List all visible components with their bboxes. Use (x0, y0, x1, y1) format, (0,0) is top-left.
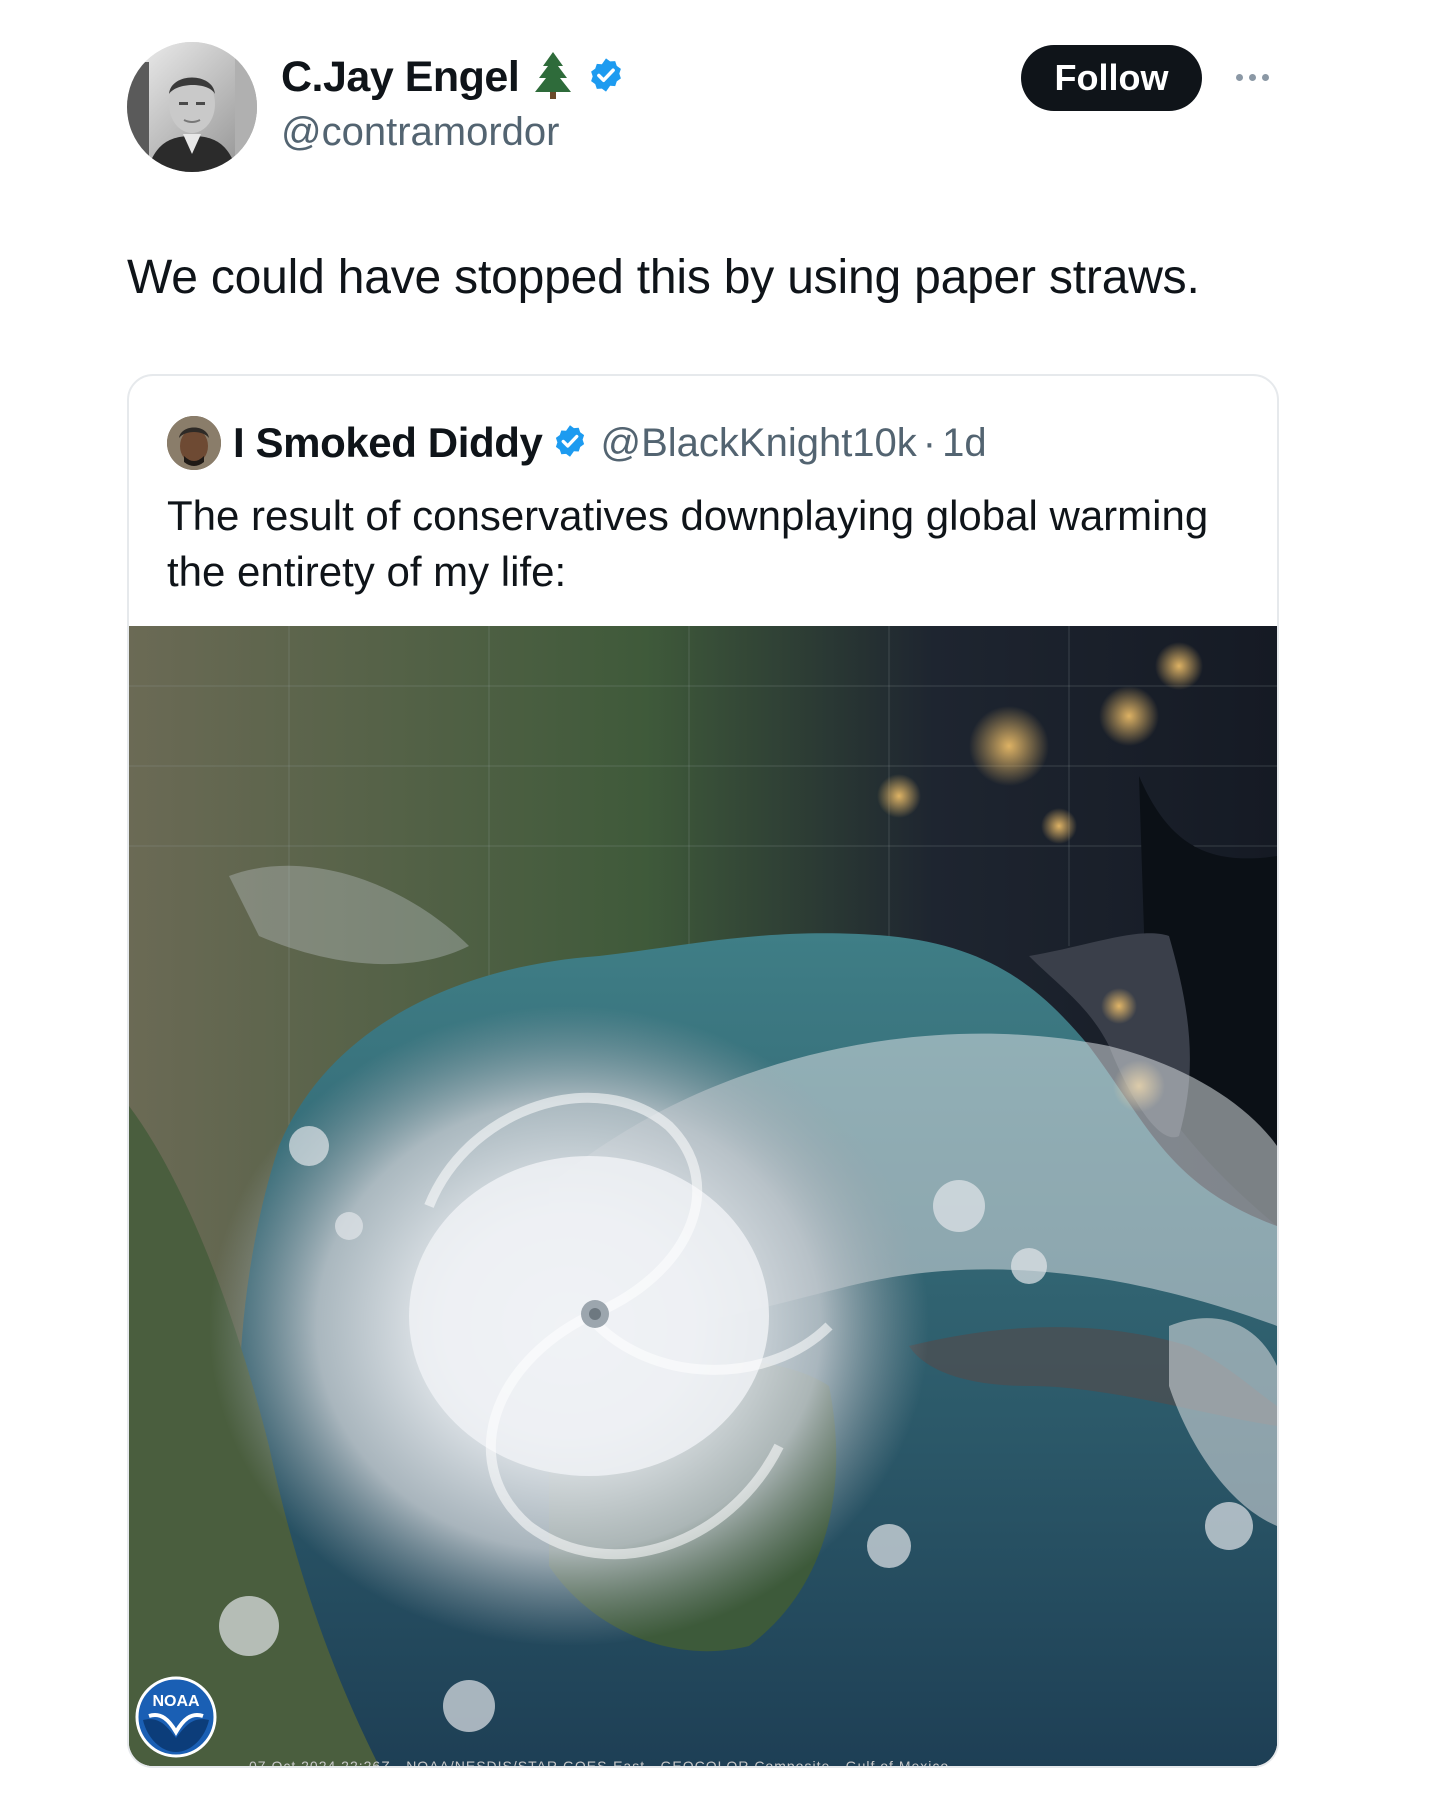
tweet: C.Jay Engel @contramordor Follow We coul… (0, 0, 1440, 1800)
more-options-icon[interactable] (1225, 62, 1279, 92)
quoted-timestamp[interactable]: 1d (942, 421, 987, 466)
quoted-header: I Smoked Diddy @BlackKnight10k · 1d (167, 416, 987, 470)
author-photo (127, 42, 257, 172)
quoted-avatar-photo (167, 416, 221, 470)
follow-button[interactable]: Follow (1021, 45, 1202, 111)
quoted-text: The result of conservatives downplaying … (167, 492, 1209, 595)
quoted-separator: · (922, 420, 937, 465)
hurricane-satellite-image (129, 626, 1277, 1766)
quoted-tweet[interactable]: I Smoked Diddy @BlackKnight10k · 1d The … (127, 374, 1279, 1768)
verified-badge-icon (552, 423, 588, 464)
quoted-display-name[interactable]: I Smoked Diddy (233, 419, 543, 467)
verified-badge-icon (587, 56, 625, 99)
tweet-text: We could have stopped this by using pape… (127, 251, 1200, 304)
author-handle[interactable]: @contramordor (281, 110, 559, 155)
noaa-logo-text: NOAA (152, 1693, 200, 1710)
satellite-caption: 07 Oct 2024 22:26Z - NOAA/NESDIS/STAR GO… (249, 1758, 950, 1768)
quoted-handle[interactable]: @BlackKnight10k (600, 421, 916, 466)
quoted-media-image[interactable]: NOAA 07 Oct 2024 22:26Z - NOAA/NESDIS/ST… (129, 626, 1277, 1766)
noaa-logo: NOAA (135, 1676, 217, 1758)
author-avatar[interactable] (127, 42, 257, 172)
quoted-avatar[interactable] (167, 416, 221, 470)
evergreen-tree-icon (533, 50, 573, 105)
author-name-row: C.Jay Engel (281, 50, 625, 105)
author-display-name[interactable]: C.Jay Engel (281, 53, 520, 102)
